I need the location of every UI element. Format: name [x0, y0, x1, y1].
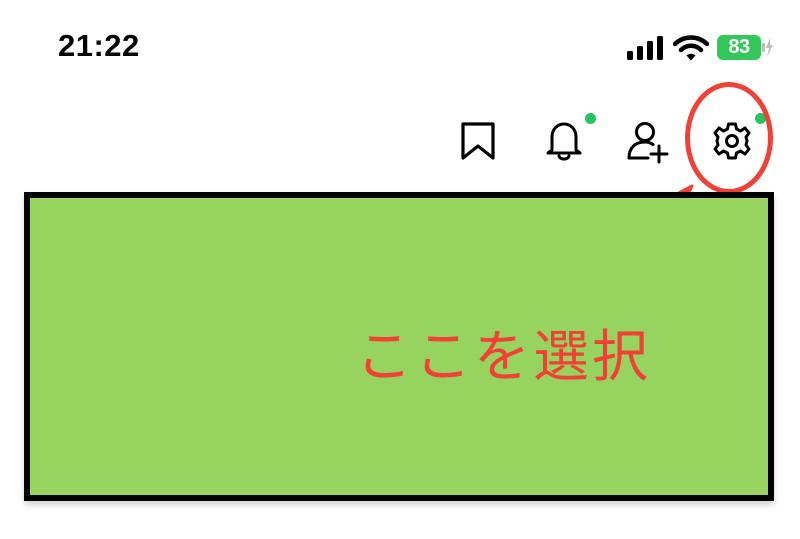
- bell-icon: [546, 122, 582, 161]
- bell-notification-dot: [585, 113, 596, 124]
- bookmark-icon: [461, 122, 495, 160]
- highlight-circle: [685, 82, 773, 194]
- battery-level: 83: [717, 35, 761, 60]
- add-friend-button[interactable]: [626, 118, 670, 164]
- wifi-icon: [673, 35, 709, 61]
- add-friend-icon: [627, 122, 669, 164]
- instruction-text: ここを選択: [356, 325, 651, 390]
- bookmark-button[interactable]: [456, 118, 500, 164]
- charging-bolt-icon: [762, 38, 773, 57]
- status-time: 21:22: [58, 28, 140, 63]
- notifications-button[interactable]: [542, 113, 596, 164]
- cellular-signal-icon: [627, 36, 663, 60]
- battery-indicator: 83: [717, 35, 773, 60]
